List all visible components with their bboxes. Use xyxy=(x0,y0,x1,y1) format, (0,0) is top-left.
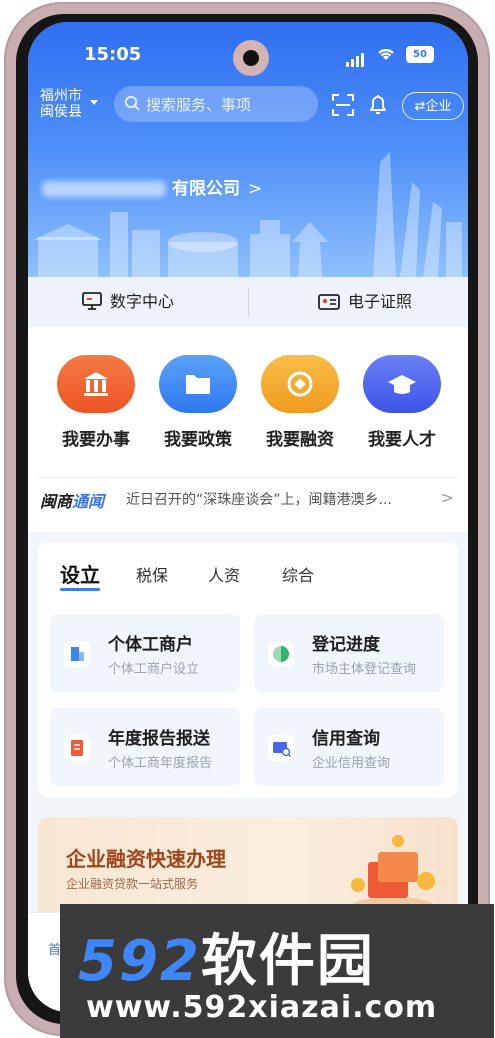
banner-title: 企业融资快速办理 xyxy=(66,847,226,871)
tile-title: 信用查询 xyxy=(312,729,380,749)
news-ticker[interactable]: 闽商通闻 近日召开的“深珠座谈会”上，闽籍港澳乡... > xyxy=(38,477,458,520)
tile-subtitle: 个体工商年度报告 xyxy=(108,756,213,771)
blurred-company-name xyxy=(42,181,166,197)
news-headline: 近日召开的“深珠座谈会”上，闽籍港澳乡... xyxy=(126,492,392,508)
battery-icon: 50 xyxy=(406,46,434,63)
digital-center-link[interactable]: 数字中心 xyxy=(82,277,174,327)
tab-establish[interactable]: 设立 xyxy=(60,559,100,588)
chevron-right-icon: > xyxy=(248,179,263,199)
tile-title: 登记进度 xyxy=(312,635,380,655)
divider xyxy=(248,287,249,317)
signal-icon xyxy=(346,48,366,67)
chevron-right-icon: > xyxy=(440,488,454,507)
app-screen: 15:05 50 福州市 闽侯县 搜索服务、事项 ⇄企业 有限公司 > 数字中心… xyxy=(28,22,468,1012)
folder-icon xyxy=(159,355,237,413)
watermark-logo: 592软件园 xyxy=(78,916,375,997)
tile-credit-query[interactable]: 信用查询 企业信用查询 xyxy=(254,708,444,786)
services-panel: 我要办事 我要政策 我要融资 我要人才 闽商通闻 近日召开的“深珠座谈会”上，闽… xyxy=(28,327,468,532)
government-building-icon xyxy=(57,355,135,413)
graduation-cap-icon xyxy=(363,355,441,413)
id-card-icon xyxy=(318,294,340,310)
tab-hr[interactable]: 人资 xyxy=(208,562,240,586)
watermark-number: 592 xyxy=(78,929,201,994)
location-city: 福州市 xyxy=(40,88,82,104)
service-financing-button[interactable]: 我要融资 xyxy=(257,355,343,450)
tile-individual-business[interactable]: 个体工商户 个体工商户设立 xyxy=(50,614,240,692)
service-label: 我要办事 xyxy=(62,430,130,450)
service-label: 我要融资 xyxy=(266,430,334,450)
tile-annual-report[interactable]: 年度报告报送 个体工商年度报告 xyxy=(50,708,240,786)
bell-icon[interactable] xyxy=(366,92,390,116)
news-brand-part2: 通闻 xyxy=(72,492,105,511)
city-skyline-illustration xyxy=(33,152,462,277)
active-tab-indicator xyxy=(60,588,100,591)
company-name-link[interactable]: 有限公司 > xyxy=(42,174,262,199)
progress-pie-icon xyxy=(268,641,294,667)
switch-enterprise-button[interactable]: ⇄企业 xyxy=(402,92,464,120)
search-icon xyxy=(124,95,140,111)
news-brand-part1: 闽商 xyxy=(40,492,73,511)
search-placeholder: 搜索服务、事项 xyxy=(146,96,252,114)
watermark-site-name: 软件园 xyxy=(200,929,375,994)
tile-subtitle: 市场主体登记查询 xyxy=(312,662,417,677)
wifi-icon xyxy=(378,48,394,60)
tile-subtitle: 个体工商户设立 xyxy=(108,662,200,677)
service-policy-button[interactable]: 我要政策 xyxy=(155,355,241,450)
service-affairs-button[interactable]: 我要办事 xyxy=(53,355,139,450)
scan-icon[interactable] xyxy=(332,94,354,116)
quick-links-bar: 数字中心 电子证照 xyxy=(28,277,468,327)
search-input[interactable]: 搜索服务、事项 xyxy=(114,86,318,122)
caret-down-icon[interactable] xyxy=(90,100,98,105)
report-icon xyxy=(64,735,90,761)
location-county: 闽侯县 xyxy=(40,104,82,120)
service-talent-button[interactable]: 我要人才 xyxy=(359,355,445,450)
service-label: 我要政策 xyxy=(164,430,232,450)
tab-tax-insurance[interactable]: 税保 xyxy=(136,562,168,586)
service-label: 我要人才 xyxy=(368,430,436,450)
e-license-label: 电子证照 xyxy=(348,292,413,311)
clock-text: 15:05 xyxy=(84,44,142,65)
watermark-url: www.592xiazai.com xyxy=(86,990,438,1025)
tile-subtitle: 企业信用查询 xyxy=(312,756,391,771)
tile-registration-progress[interactable]: 登记进度 市场主体登记查询 xyxy=(254,614,444,692)
news-brand: 闽商通闻 xyxy=(40,488,104,512)
company-suffix: 有限公司 xyxy=(172,179,240,199)
tile-title: 年度报告报送 xyxy=(108,729,210,749)
tile-title: 个体工商户 xyxy=(108,635,193,655)
digital-center-label: 数字中心 xyxy=(110,292,175,311)
front-camera xyxy=(233,40,269,76)
coin-icon xyxy=(261,355,339,413)
location-selector[interactable]: 福州市 闽侯县 xyxy=(40,88,82,120)
building-icon xyxy=(64,641,90,667)
e-license-link[interactable]: 电子证照 xyxy=(318,277,412,327)
watermark-overlay: 592软件园 www.592xiazai.com xyxy=(60,904,494,1038)
business-services-card: 设立 税保 人资 综合 个体工商户 个体工商户设立 登记进度 市场主体登记查询 … xyxy=(38,542,458,797)
tab-general[interactable]: 综合 xyxy=(282,562,314,586)
credit-search-icon xyxy=(268,735,294,761)
monitor-icon xyxy=(82,292,102,310)
hero-header: 15:05 50 福州市 闽侯县 搜索服务、事项 ⇄企业 有限公司 > xyxy=(28,22,468,277)
banner-subtitle: 企业融资贷款一站式服务 xyxy=(66,877,199,891)
